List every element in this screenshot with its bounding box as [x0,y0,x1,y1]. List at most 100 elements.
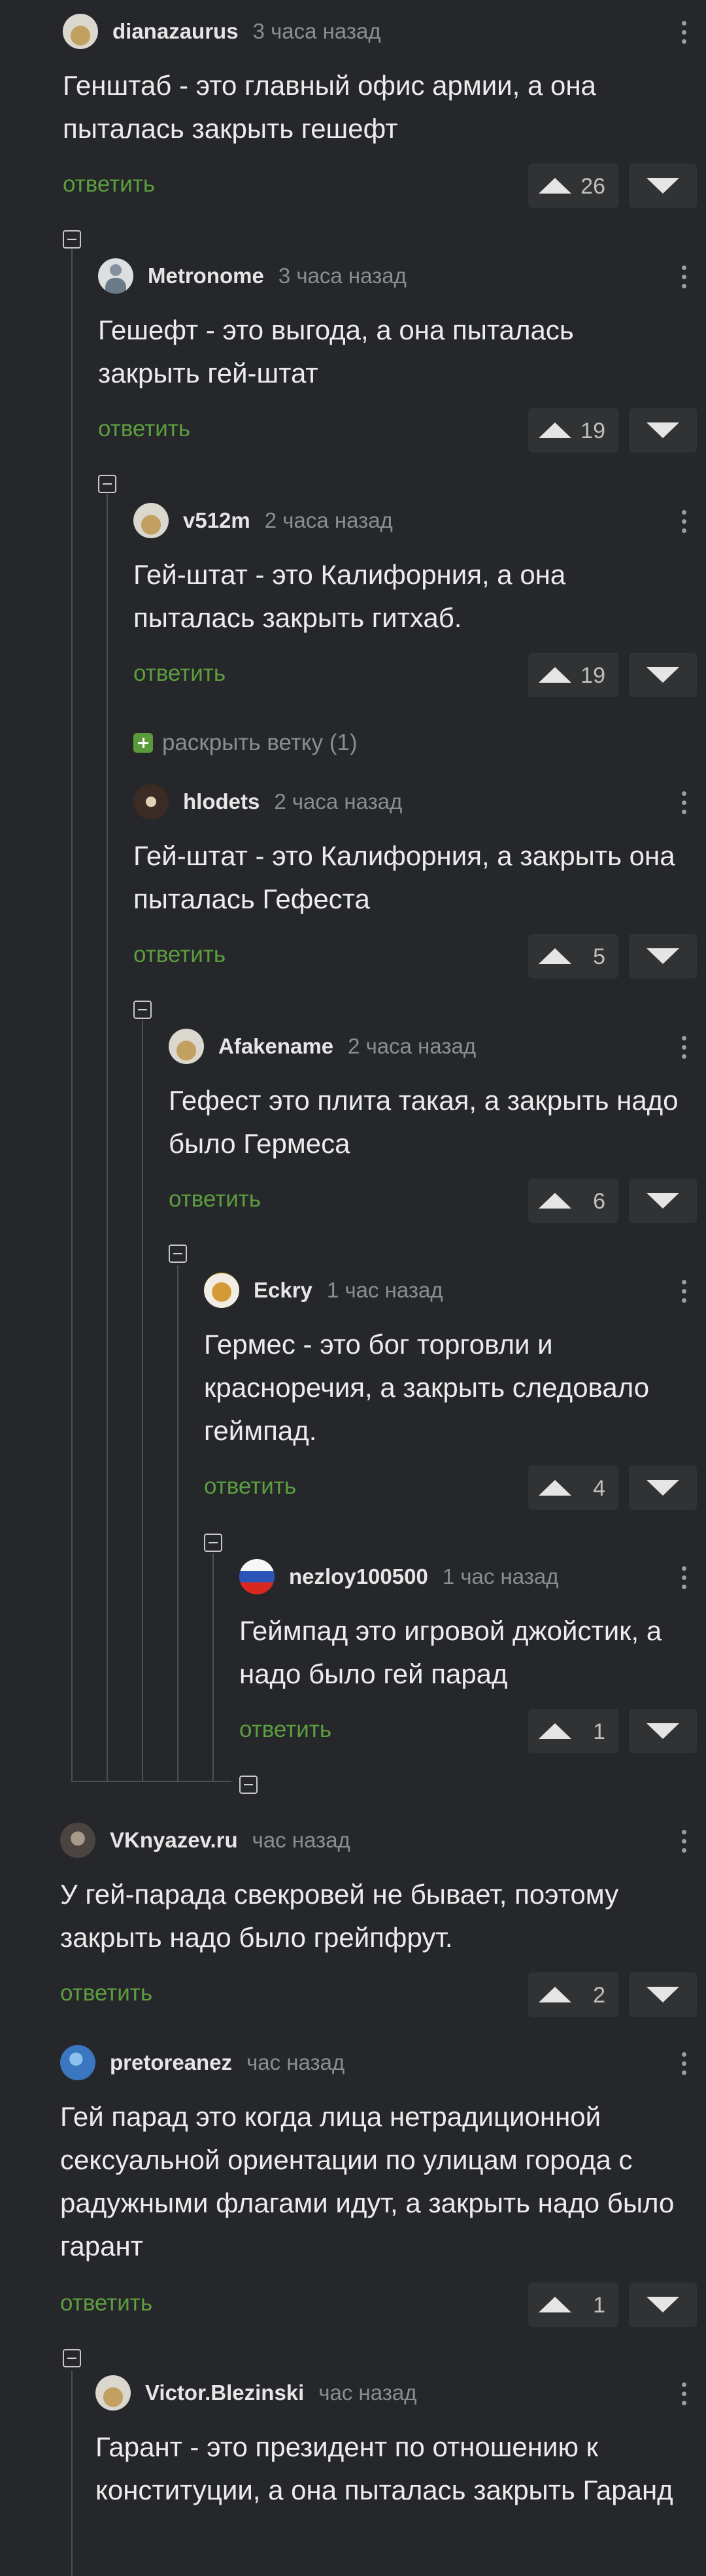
upvote-button[interactable]: 26 [528,163,618,208]
more-icon[interactable] [675,2046,693,2081]
more-icon[interactable] [675,504,693,539]
comment-header: Afakename 2 часа назад [169,1027,476,1066]
vote-count: 1 [593,1719,605,1744]
avatar[interactable] [63,14,98,49]
comment-time[interactable]: 2 часа назад [348,1034,476,1059]
comment-text: У гей-парада свекровей не бывает, поэтом… [60,1879,619,1953]
avatar[interactable] [133,784,169,819]
comment-author[interactable]: VKnyazev.ru [110,1828,238,1853]
comment-author[interactable]: hlodets [183,789,260,814]
upvote-button[interactable]: 4 [528,1466,618,1510]
arrow-up-icon [539,178,571,194]
avatar[interactable] [204,1273,239,1308]
collapse-toggle[interactable] [63,2349,81,2367]
reply-link[interactable]: ответить [133,942,226,968]
comment: dianazaurus 3 часа назад Генштаб - это г… [63,12,706,208]
comment-header: dianazaurus 3 часа назад [63,12,381,51]
collapse-toggle[interactable] [169,1245,187,1263]
more-icon[interactable] [675,14,693,50]
downvote-button[interactable] [629,1466,697,1510]
reply-link[interactable]: ответить [63,171,155,197]
thread-line [212,1553,214,1782]
comment-author[interactable]: Afakename [218,1034,333,1059]
upvote-button[interactable]: 2 [528,1972,618,2017]
collapse-toggle[interactable] [133,1001,152,1019]
reply-link[interactable]: ответить [60,2290,152,2316]
avatar[interactable] [133,503,169,538]
reply-link[interactable]: ответить [98,416,190,442]
comment: Afakename 2 часа назад Гефест это плита … [169,1027,706,1223]
comment-text: Геймпад это игровой джойстик, а надо был… [239,1615,662,1689]
vote-count: 6 [593,1189,605,1214]
comment-header: Metronome 3 часа назад [98,256,407,296]
comment-header: Eckry 1 час назад [204,1271,443,1310]
downvote-button[interactable] [629,163,697,208]
upvote-button[interactable]: 1 [528,1709,618,1753]
reply-link[interactable]: ответить [204,1473,296,1500]
downvote-button[interactable] [629,2282,697,2327]
arrow-up-icon [539,2297,571,2312]
reply-link[interactable]: ответить [169,1186,261,1212]
comment-text: Гей-штат - это Калифорния, а она пыталас… [133,559,566,633]
plus-icon [133,733,153,753]
thread-line [142,1020,143,1782]
upvote-button[interactable]: 5 [528,934,618,978]
comment-author[interactable]: nezloy100500 [289,1564,428,1589]
reply-link[interactable]: ответить [60,1980,152,2006]
comment: hlodets 2 часа назад Гей-штат - это Кали… [133,782,706,978]
avatar[interactable] [239,1559,275,1594]
comment-time[interactable]: час назад [246,2050,345,2075]
comment-author[interactable]: v512m [183,508,250,533]
comment-author[interactable]: Metronome [148,264,264,288]
downvote-button[interactable] [629,1709,697,1753]
downvote-button[interactable] [629,653,697,697]
more-icon[interactable] [675,1029,693,1065]
avatar[interactable] [95,2375,131,2411]
arrow-up-icon [539,422,571,438]
expand-thread-label: раскрыть ветку (1) [162,730,358,755]
comment-time[interactable]: 1 час назад [327,1278,443,1303]
avatar[interactable] [60,1823,95,1858]
collapse-toggle[interactable] [204,1534,222,1552]
reply-link[interactable]: ответить [239,1717,331,1743]
comment-time[interactable]: 2 часа назад [274,789,402,814]
comment-text: Генштаб - это главный офис армии, а она … [63,70,596,144]
comment-header: v512m 2 часа назад [133,501,393,540]
vote-count: 19 [580,419,605,443]
avatar[interactable] [60,2045,95,2080]
upvote-button[interactable]: 19 [528,408,618,453]
comment-author[interactable]: Victor.Blezinski [145,2380,304,2405]
downvote-button[interactable] [629,934,697,978]
upvote-button[interactable]: 6 [528,1178,618,1223]
avatar[interactable] [98,258,133,294]
expand-thread-button[interactable]: раскрыть ветку (1) [133,729,358,757]
comment-author[interactable]: pretoreanez [110,2050,232,2075]
more-icon[interactable] [675,1273,693,1309]
comment-time[interactable]: 3 часа назад [253,19,381,44]
comment-author[interactable]: Eckry [254,1278,312,1303]
comment-time[interactable]: час назад [318,2380,416,2405]
comment-header: hlodets 2 часа назад [133,782,402,821]
vote-count: 4 [593,1476,605,1501]
downvote-button[interactable] [629,1178,697,1223]
comment-time[interactable]: 2 часа назад [265,508,393,533]
more-icon[interactable] [675,259,693,294]
collapse-toggle[interactable] [98,475,116,493]
upvote-button[interactable]: 19 [528,653,618,697]
upvote-button[interactable]: 1 [528,2282,618,2327]
comment-time[interactable]: час назад [252,1828,350,1853]
collapse-toggle[interactable] [239,1776,258,1794]
more-icon[interactable] [675,1560,693,1595]
downvote-button[interactable] [629,1972,697,2017]
more-icon[interactable] [675,1823,693,1859]
reply-link[interactable]: ответить [133,661,226,687]
collapse-toggle[interactable] [63,230,81,249]
comment-author[interactable]: dianazaurus [112,19,239,44]
more-icon[interactable] [675,785,693,820]
avatar[interactable] [169,1029,204,1064]
comment-time[interactable]: 1 час назад [443,1564,559,1589]
thread-line [71,249,73,1782]
downvote-button[interactable] [629,408,697,453]
more-icon[interactable] [675,2376,693,2411]
comment-time[interactable]: 3 часа назад [278,264,407,288]
